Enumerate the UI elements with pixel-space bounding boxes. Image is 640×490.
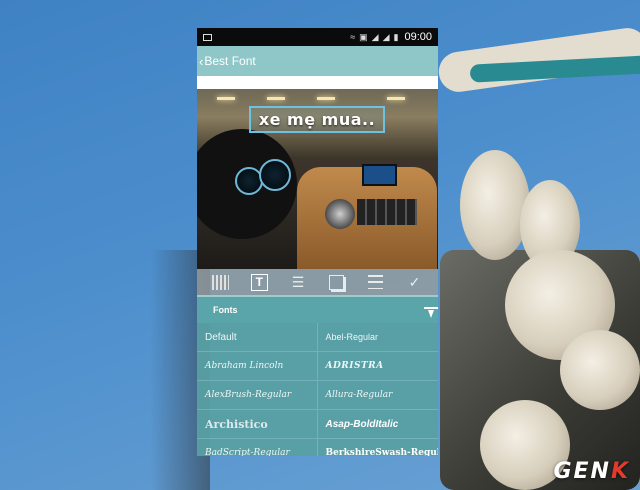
signal-icon-2: ◢ — [382, 31, 390, 42]
light-shape — [317, 97, 335, 100]
console-screen-shape — [362, 164, 397, 186]
divider — [197, 76, 438, 89]
nfc-icon: ▣ — [359, 31, 368, 42]
insulator-shape — [460, 150, 530, 260]
font-item[interactable]: Archistico — [197, 410, 318, 439]
app-title: Best Font — [204, 54, 256, 68]
check-icon[interactable]: ✓ — [404, 272, 426, 292]
overlay-text-box[interactable]: xe mẹ mua.. — [249, 106, 385, 133]
editing-canvas[interactable]: xe mẹ mua.. — [197, 89, 438, 269]
app-bar: ‹ Best Font — [197, 46, 438, 76]
grid-icon[interactable] — [209, 272, 231, 292]
layers-icon[interactable] — [326, 272, 348, 292]
font-item[interactable]: Default — [197, 323, 318, 352]
text-icon[interactable]: T — [248, 272, 270, 292]
battery-icon: ▮ — [393, 31, 399, 42]
knob-shape — [325, 199, 355, 229]
font-item[interactable]: Asap-BoldItalic — [317, 410, 438, 439]
chevron-left-icon[interactable]: ‹ — [199, 54, 203, 69]
font-item[interactable]: Allura-Regular — [317, 381, 438, 410]
wifi-icon: ≈ — [350, 32, 356, 42]
font-item[interactable]: Abel-Regular — [317, 323, 438, 352]
font-item[interactable]: AlexBrush-Regular — [197, 381, 318, 410]
font-item[interactable]: BadScript-Regular — [197, 439, 318, 456]
gauge-shape — [259, 159, 291, 191]
light-shape — [217, 97, 235, 100]
insulator-shape — [560, 330, 640, 410]
gallery-notification-icon — [203, 33, 212, 41]
light-shape — [387, 97, 405, 100]
status-bar: ≈ ▣ ◢ ◢ ▮ 09:00 — [197, 28, 438, 46]
editor-toolbar: T ☰ ✓ — [197, 269, 438, 295]
signal-icon: ◢ — [371, 31, 379, 42]
align-icon[interactable] — [365, 272, 387, 292]
paint-roller-icon[interactable]: ☰ — [287, 272, 309, 292]
font-item[interactable]: BerkshireSwash-Regular — [318, 439, 439, 456]
genk-watermark-logo: GENK — [553, 459, 630, 484]
phone-screen: ≈ ▣ ◢ ◢ ▮ 09:00 ‹ Best Font xe mẹ mua.. … — [197, 28, 438, 456]
fonts-panel-title: Fonts — [213, 305, 238, 315]
font-item[interactable]: ADRISTRA — [317, 352, 438, 381]
font-item[interactable]: Abraham Lincoln — [197, 352, 318, 381]
console-buttons-shape — [357, 199, 417, 225]
status-time: 09:00 — [404, 31, 432, 43]
fonts-panel-header: Fonts — [197, 295, 438, 323]
light-shape — [267, 97, 285, 100]
font-list: Default Abel-Regular Abraham Lincoln ADR… — [197, 323, 438, 456]
